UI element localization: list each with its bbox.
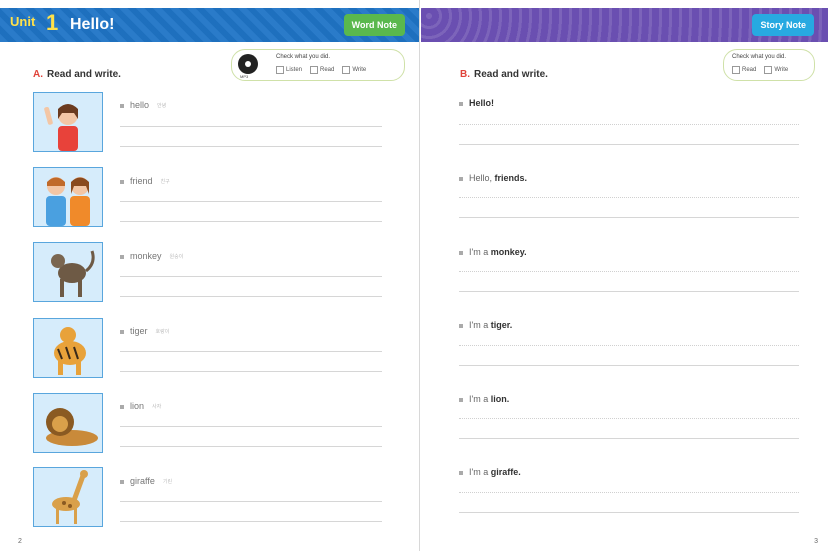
- writing-line[interactable]: [120, 201, 382, 202]
- audio-disc-icon[interactable]: [238, 54, 258, 74]
- picture-monkey: [33, 242, 103, 302]
- writing-line[interactable]: [120, 501, 382, 502]
- sentence-2: Hello, friends.: [459, 173, 527, 183]
- writing-line[interactable]: [459, 438, 799, 439]
- check-options: Listen Read Write: [276, 66, 366, 74]
- writing-line[interactable]: [120, 371, 382, 372]
- writing-line[interactable]: [120, 426, 382, 427]
- writing-line[interactable]: [459, 418, 799, 419]
- word-lion: lion 사자: [120, 401, 161, 411]
- unit-title: Hello!: [70, 16, 115, 33]
- bullet-icon: [459, 101, 463, 106]
- bullet-icon: [120, 254, 124, 259]
- unit-number: 1: [46, 10, 59, 35]
- bullet-icon: [120, 479, 124, 484]
- bullet-icon: [459, 470, 463, 475]
- picture-tiger: [33, 318, 103, 378]
- check-options: Read Write: [732, 66, 788, 74]
- picture-two-friends: [33, 167, 103, 227]
- writing-line[interactable]: [120, 296, 382, 297]
- right-page: Story Note Check what you did. Read Writ…: [421, 0, 828, 551]
- picture-giraffe: [33, 467, 103, 527]
- word-tiger: tiger 호랑이: [120, 326, 169, 336]
- sentence-5: I'm a lion.: [459, 394, 509, 404]
- sentence-6: I'm a giraffe.: [459, 467, 521, 477]
- writing-line[interactable]: [459, 217, 799, 218]
- unit-header: Unit 1 Hello! Word Note: [0, 8, 419, 42]
- writing-line[interactable]: [120, 446, 382, 447]
- writing-line[interactable]: [459, 365, 799, 366]
- writing-line[interactable]: [459, 512, 799, 513]
- bullet-icon: [120, 103, 124, 108]
- writing-line[interactable]: [459, 197, 799, 198]
- writing-line[interactable]: [120, 146, 382, 147]
- bullet-icon: [120, 329, 124, 334]
- sentence-4: I'm a tiger.: [459, 320, 512, 330]
- checkbox-icon[interactable]: [310, 66, 319, 74]
- writing-line[interactable]: [459, 345, 799, 346]
- section-a-heading: A. Read and write.: [33, 69, 121, 80]
- sentence-1: Hello!: [459, 98, 494, 108]
- check-title: Check what you did.: [732, 54, 787, 60]
- word-hello: hello 안녕: [120, 100, 166, 110]
- word-giraffe: giraffe 기린: [120, 476, 172, 486]
- picture-lion: [33, 393, 103, 453]
- bullet-icon: [459, 323, 463, 328]
- checkbox-icon[interactable]: [342, 66, 351, 74]
- writing-line[interactable]: [120, 221, 382, 222]
- checkbox-icon[interactable]: [276, 66, 284, 74]
- writing-line[interactable]: [459, 124, 799, 125]
- bullet-icon: [459, 176, 463, 181]
- writing-line[interactable]: [459, 291, 799, 292]
- check-option-write[interactable]: Write: [764, 66, 788, 74]
- checkbox-icon[interactable]: [764, 66, 773, 74]
- bullet-icon: [120, 179, 124, 184]
- story-note-button[interactable]: Story Note: [752, 14, 814, 36]
- check-panel: Check what you did. Read Write: [723, 49, 815, 81]
- page-number: 2: [18, 538, 22, 545]
- bullet-icon: [459, 397, 463, 402]
- unit-label: Unit: [10, 14, 36, 29]
- word-note-button[interactable]: Word Note: [343, 14, 405, 36]
- writing-line[interactable]: [459, 144, 799, 145]
- writing-line[interactable]: [120, 351, 382, 352]
- sentence-3: I'm a monkey.: [459, 247, 527, 257]
- check-option-read[interactable]: Read: [732, 66, 756, 74]
- writing-line[interactable]: [120, 521, 382, 522]
- check-option-write[interactable]: Write: [342, 66, 366, 74]
- bullet-icon: [459, 250, 463, 255]
- check-title: Check what you did.: [276, 54, 331, 60]
- word-friend: friend 친구: [120, 176, 170, 186]
- left-page: Unit 1 Hello! Word Note MP3 Check what y…: [0, 0, 420, 551]
- writing-line[interactable]: [120, 276, 382, 277]
- check-option-listen[interactable]: Listen: [276, 66, 302, 74]
- writing-line[interactable]: [120, 126, 382, 127]
- page-number: 3: [814, 538, 818, 545]
- audio-label: MP3: [240, 74, 249, 79]
- bullet-icon: [120, 404, 124, 409]
- checkbox-icon[interactable]: [732, 66, 740, 74]
- picture-girl-waving: [33, 92, 103, 152]
- section-b-heading: B. Read and write.: [460, 69, 548, 80]
- writing-line[interactable]: [459, 271, 799, 272]
- word-monkey: monkey 원숭이: [120, 251, 183, 261]
- check-panel: MP3 Check what you did. Listen Read Writ…: [231, 49, 405, 81]
- writing-line[interactable]: [459, 492, 799, 493]
- story-header: Story Note: [421, 8, 828, 42]
- check-option-read[interactable]: Read: [310, 66, 334, 74]
